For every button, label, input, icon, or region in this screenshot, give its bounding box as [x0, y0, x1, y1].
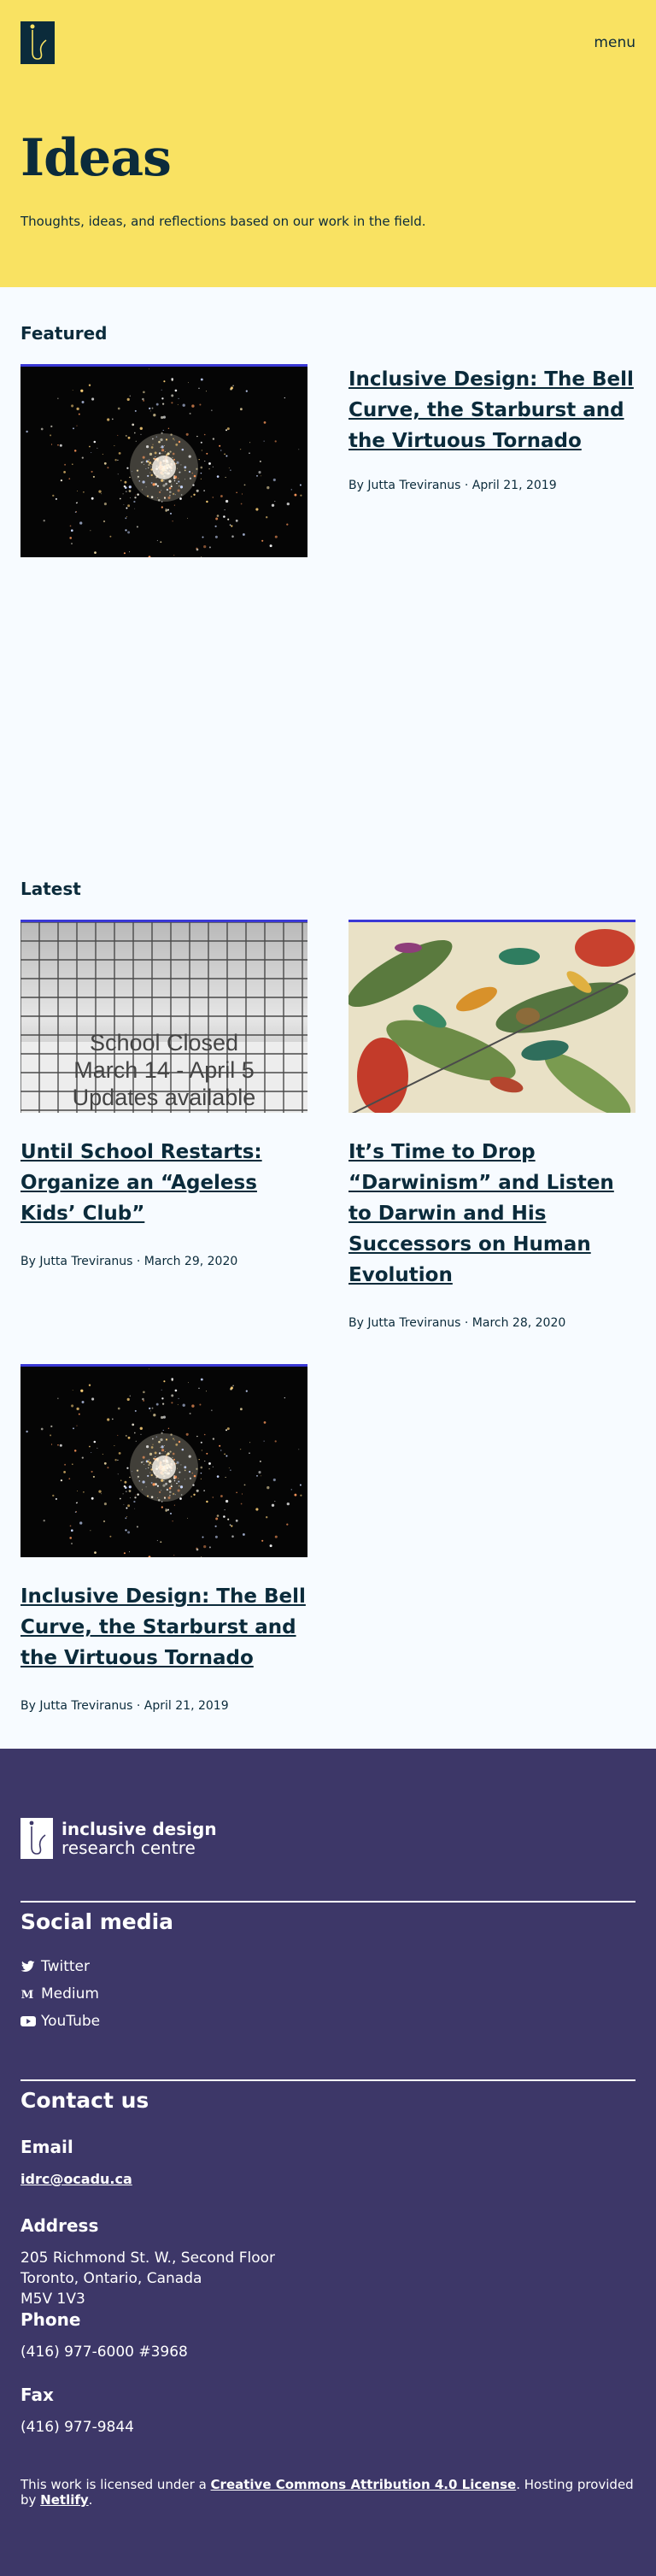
featured-post-text: Inclusive Design: The Bell Curve, the St… — [348, 364, 636, 557]
post-card: Inclusive Design: The Bell Curve, the St… — [20, 1364, 308, 1713]
site-footer: inclusive design research centre Social … — [0, 1749, 656, 2576]
youtube-icon — [20, 2016, 36, 2026]
twitter-icon — [20, 1961, 35, 1972]
post-image-star-cluster[interactable] — [20, 1364, 308, 1557]
latest-section: Latest School Closed March 14 - April 5 … — [0, 879, 656, 1713]
post-image-hummingbirds[interactable] — [348, 920, 636, 1113]
post-card: School Closed March 14 - April 5 Updates… — [20, 920, 308, 1330]
social-label: Medium — [41, 1985, 99, 2003]
school-closed-sign-image: School Closed March 14 - April 5 Updates… — [20, 922, 308, 1113]
post-title[interactable]: Until School Restarts: Organize an “Agel… — [20, 1137, 308, 1229]
idrc-logo-icon — [20, 1818, 53, 1859]
license-notice: This work is licensed under a Creative C… — [20, 2477, 636, 2508]
post-title[interactable]: Inclusive Design: The Bell Curve, the St… — [20, 1581, 308, 1673]
svg-text:M: M — [21, 1989, 34, 2000]
license-prefix: This work is licensed under a — [20, 2477, 211, 2492]
email-value: idrc@ocadu.ca — [20, 2169, 636, 2190]
star-cluster-image — [20, 367, 308, 557]
address-value: 205 Richmond St. W., Second Floor Toront… — [20, 2248, 636, 2309]
fax-heading: Fax — [20, 2385, 54, 2405]
footer-divider — [20, 2079, 636, 2081]
idrc-logo[interactable] — [20, 21, 55, 64]
netlify-link[interactable]: Netlify — [40, 2492, 88, 2508]
footer-logo-line2: research centre — [62, 1838, 196, 1858]
site-header: menu Ideas Thoughts, ideas, and reflecti… — [0, 0, 656, 287]
menu-button[interactable]: menu — [594, 34, 636, 51]
phone-value: (416) 977-6000 #3968 — [20, 2344, 188, 2361]
address-heading: Address — [20, 2215, 99, 2236]
hummingbirds-illustration-image — [348, 922, 636, 1113]
post-meta: By Jutta Treviranus · April 21, 2019 — [20, 1699, 229, 1713]
post-meta: By Jutta Treviranus · March 29, 2020 — [20, 1255, 238, 1268]
sign-line-2: March 14 - April 5 — [73, 1057, 255, 1083]
license-link[interactable]: Creative Commons Attribution 4.0 License — [211, 2477, 517, 2492]
social-heading: Social media — [20, 1909, 174, 1934]
sign-line-1: School Closed — [90, 1030, 238, 1056]
featured-heading: Featured — [20, 323, 108, 344]
phone-heading: Phone — [20, 2309, 81, 2330]
star-cluster-image — [20, 1367, 308, 1557]
address-line: M5V 1V3 — [20, 2291, 85, 2308]
address-line: Toronto, Ontario, Canada — [20, 2270, 202, 2287]
page-title: Ideas — [20, 128, 172, 188]
featured-section: Featured Inclusive Design: The Bell Curv… — [0, 287, 656, 879]
sign-line-3: Updates available — [73, 1085, 256, 1110]
post-image-school-closed[interactable]: School Closed March 14 - April 5 Updates… — [20, 920, 308, 1113]
email-heading: Email — [20, 2137, 73, 2157]
page-subtitle: Thoughts, ideas, and reflections based o… — [20, 214, 426, 229]
license-suffix: . — [88, 2492, 93, 2508]
contact-heading: Contact us — [20, 2088, 149, 2113]
social-item-medium[interactable]: M Medium — [20, 1980, 636, 2008]
email-link[interactable]: idrc@ocadu.ca — [20, 2171, 132, 2187]
featured-grid: Inclusive Design: The Bell Curve, the St… — [20, 364, 636, 557]
fax-value: (416) 977-9844 — [20, 2419, 134, 2436]
post-card: It’s Time to Drop “Darwinism” and Listen… — [348, 920, 636, 1330]
latest-grid: School Closed March 14 - April 5 Updates… — [20, 920, 636, 1713]
footer-logo[interactable]: inclusive design research centre — [20, 1817, 636, 1860]
social-list: Twitter M Medium YouTube — [20, 1953, 636, 2035]
featured-post-title[interactable]: Inclusive Design: The Bell Curve, the St… — [348, 364, 636, 456]
address-line: 205 Richmond St. W., Second Floor — [20, 2250, 276, 2267]
post-title[interactable]: It’s Time to Drop “Darwinism” and Listen… — [348, 1137, 636, 1291]
footer-logo-text: inclusive design research centre — [62, 1820, 217, 1857]
footer-divider — [20, 1901, 636, 1903]
featured-post-meta: By Jutta Treviranus · April 21, 2019 — [348, 479, 557, 492]
medium-icon: M — [21, 1989, 34, 2000]
logo-figure-icon — [20, 21, 55, 64]
social-label: YouTube — [41, 2013, 101, 2030]
footer-logo-line1: inclusive design — [62, 1819, 217, 1839]
top-bar: menu — [20, 0, 636, 85]
social-item-twitter[interactable]: Twitter — [20, 1953, 636, 1980]
latest-heading: Latest — [20, 879, 81, 899]
post-meta: By Jutta Treviranus · March 28, 2020 — [348, 1316, 566, 1330]
featured-post-image[interactable] — [20, 364, 308, 557]
social-item-youtube[interactable]: YouTube — [20, 2008, 636, 2035]
social-label: Twitter — [41, 1958, 90, 1975]
